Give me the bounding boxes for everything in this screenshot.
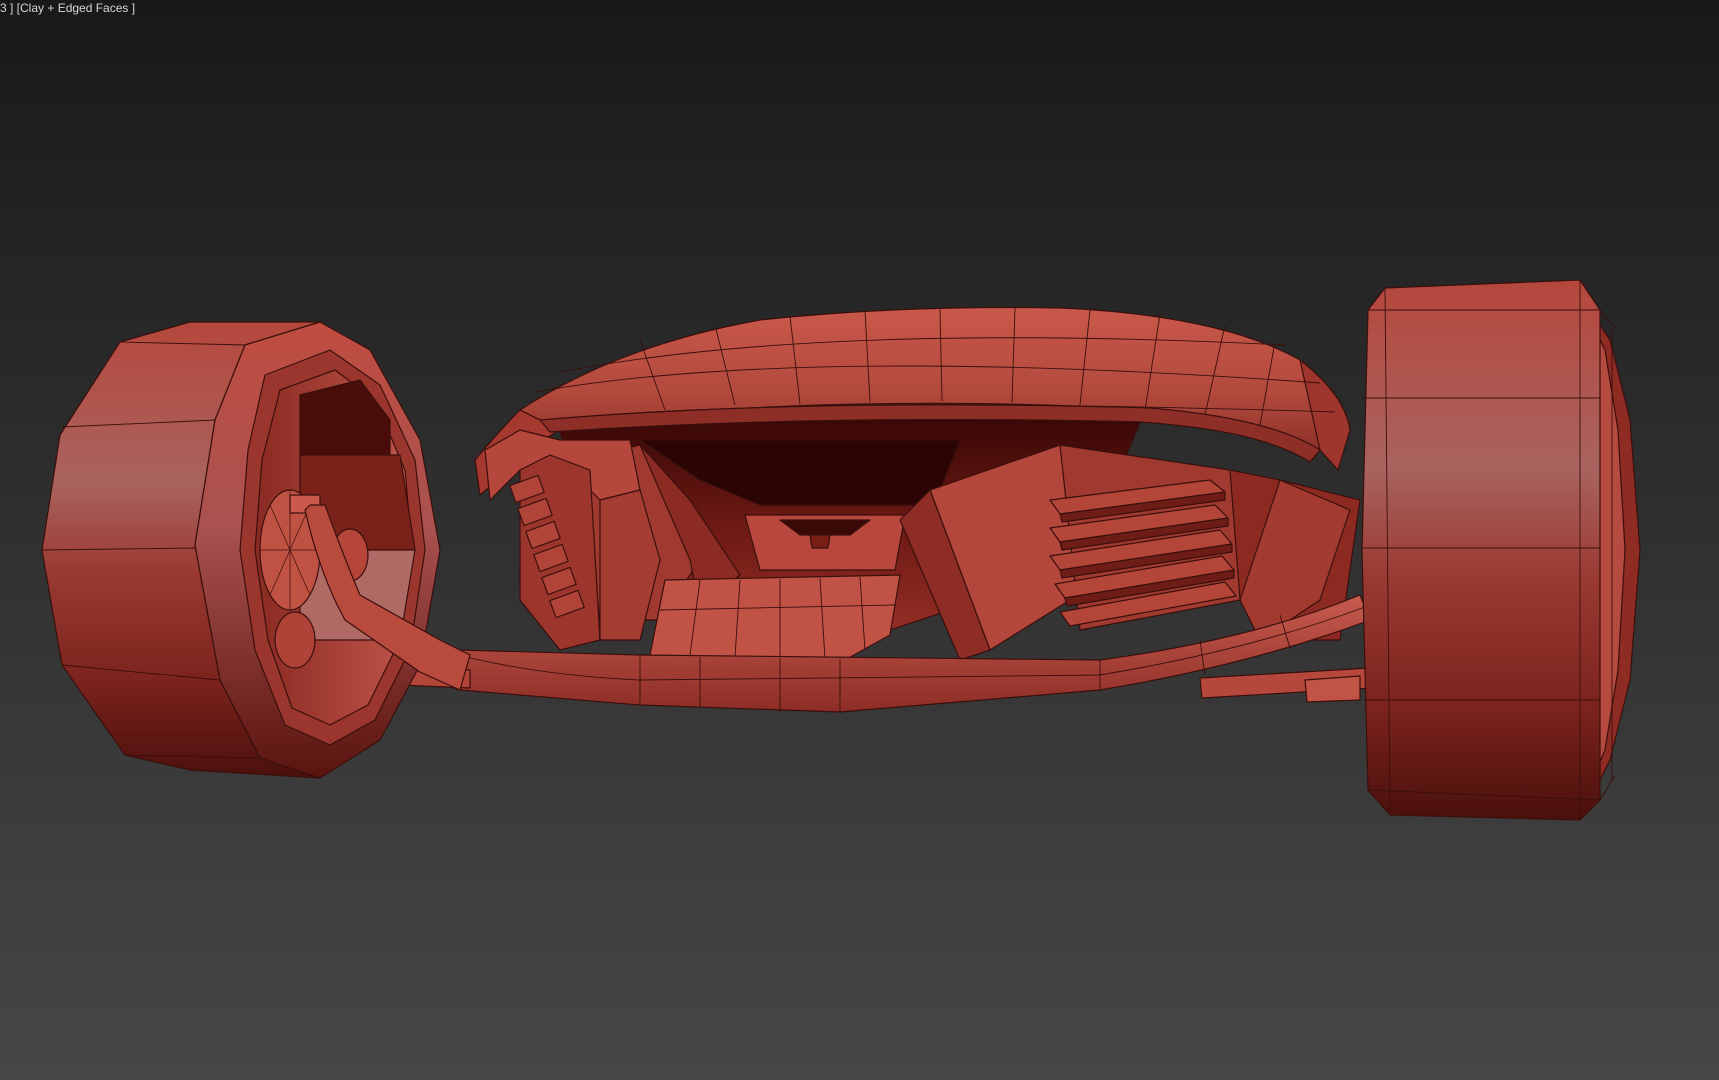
front-left-wheel [41,321,441,779]
car-model-scene[interactable] [0,0,1719,1080]
car-hood-panel [649,574,901,661]
right-side-vents [1049,444,1361,641]
viewport-3d[interactable]: 3 ] [Clay + Edged Faces ] [0,0,1719,1080]
viewport-shading-label[interactable]: 3 ] [Clay + Edged Faces ] [0,1,135,15]
left-side-grille [484,429,661,651]
rear-right-wheel [1361,279,1641,821]
